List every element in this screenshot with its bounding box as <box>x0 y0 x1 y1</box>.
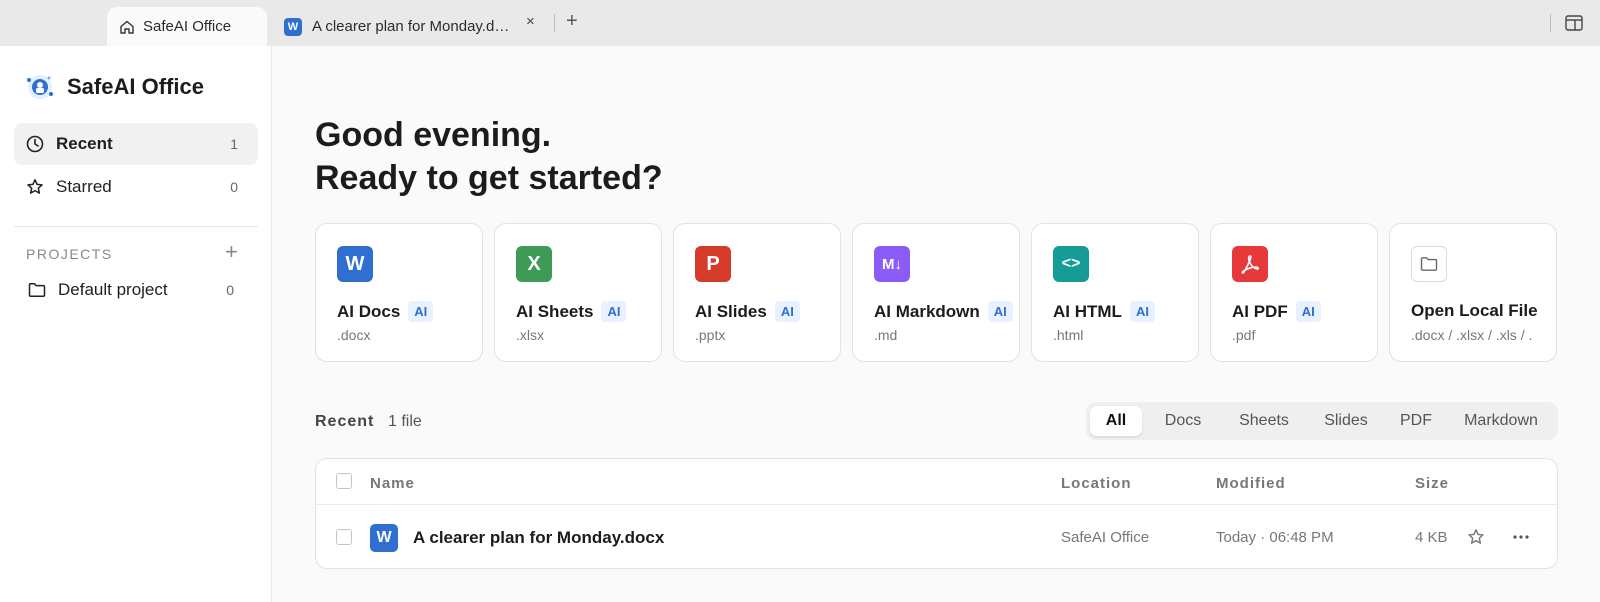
file-size: 4 KB <box>1415 529 1448 546</box>
panel-toggle-icon[interactable] <box>1565 15 1583 31</box>
tab-close-icon[interactable]: × <box>526 13 535 30</box>
card-extension: .xlsx <box>516 327 544 343</box>
brand-name: SafeAI Office <box>67 74 204 99</box>
card-name: AI Docs <box>337 301 401 321</box>
card-title: AI Markdown AI <box>874 301 1013 322</box>
card-extension: .md <box>874 327 898 343</box>
card-ai-docs[interactable]: W AI Docs AI .docx <box>315 223 483 362</box>
folder-icon <box>28 283 46 297</box>
card-name: Open Local File <box>1411 301 1538 320</box>
tab-home[interactable]: SafeAI Office <box>107 7 267 46</box>
card-name: AI HTML <box>1053 301 1122 321</box>
brand-logo-icon <box>27 75 53 99</box>
code-icon: <> <box>1053 246 1089 282</box>
card-name: AI Markdown <box>874 301 980 321</box>
star-icon <box>27 179 43 194</box>
card-ai-markdown[interactable]: M↓ AI Markdown AI .md <box>852 223 1020 362</box>
project-count: 0 <box>226 282 234 298</box>
card-extension: .pdf <box>1232 327 1256 343</box>
word-icon: W <box>337 246 373 282</box>
table-header-divider <box>316 504 1557 505</box>
recent-files-table: Name Location Modified Size W A clearer … <box>315 458 1558 569</box>
tab-home-label: SafeAI Office <box>143 18 232 35</box>
card-name: AI PDF <box>1232 301 1288 321</box>
ai-badge: AI <box>408 301 434 322</box>
card-name: AI Sheets <box>516 301 594 321</box>
filter-sheets[interactable]: Sheets <box>1222 406 1306 436</box>
greeting-line-1: Good evening. <box>315 116 552 154</box>
recent-heading: Recent <box>315 413 375 430</box>
ai-badge: AI <box>1129 301 1155 322</box>
sidebar: SafeAI Office Recent 1 Starred 0 PROJECT… <box>0 46 272 602</box>
card-ai-slides[interactable]: P AI Slides AI .pptx <box>673 223 841 362</box>
column-header-name[interactable]: Name <box>370 475 415 492</box>
tab-bar: SafeAI Office W A clearer plan for Monda… <box>0 0 1600 46</box>
sidebar-item-default-project[interactable]: Default project 0 <box>28 275 248 305</box>
ai-badge: AI <box>987 301 1013 322</box>
brand: SafeAI Office <box>25 72 204 102</box>
filter-markdown[interactable]: Markdown <box>1448 406 1554 436</box>
tab-document-label: A clearer plan for Monday.docx <box>312 18 514 35</box>
column-header-size[interactable]: Size <box>1415 475 1449 492</box>
card-open-local-file[interactable]: Open Local File .docx / .xlsx / .xls / . <box>1389 223 1557 362</box>
new-tab-button[interactable]: + <box>566 10 578 33</box>
add-project-button[interactable]: + <box>225 239 238 265</box>
filter-slides[interactable]: Slides <box>1308 406 1384 436</box>
sidebar-item-starred[interactable]: Starred 0 <box>14 166 258 208</box>
project-label: Default project <box>58 280 168 299</box>
card-title: AI Sheets AI <box>516 301 627 322</box>
sidebar-item-count: 1 <box>230 136 238 152</box>
filter-segmented-control: All Docs Sheets Slides PDF Markdown <box>1086 402 1558 440</box>
card-extension: .docx <box>337 327 371 343</box>
sidebar-item-label: Recent <box>56 134 113 153</box>
pdf-icon <box>1232 246 1268 282</box>
folder-icon <box>1411 246 1447 282</box>
ai-badge: AI <box>774 301 800 322</box>
more-options-icon[interactable] <box>1512 529 1530 545</box>
row-checkbox[interactable] <box>336 529 352 545</box>
greeting-line-2: Ready to get started? <box>315 159 663 197</box>
clock-icon <box>26 135 44 153</box>
ai-badge: AI <box>1295 301 1321 322</box>
star-icon[interactable] <box>1467 528 1485 546</box>
card-extension: .html <box>1053 327 1084 343</box>
ai-badge: AI <box>601 301 627 322</box>
powerpoint-icon: P <box>695 246 731 282</box>
file-location: SafeAI Office <box>1061 529 1150 546</box>
recent-file-count: 1 file <box>388 413 422 430</box>
greeting: Good evening. Ready to get started? <box>315 114 663 200</box>
toolbar-separator <box>1550 14 1551 32</box>
tab-document[interactable]: W A clearer plan for Monday.docx <box>284 7 554 46</box>
sidebar-item-label: Starred <box>56 177 112 196</box>
word-icon: W <box>370 524 398 552</box>
card-extension: .pptx <box>695 327 726 343</box>
projects-heading: PROJECTS <box>26 246 113 262</box>
excel-icon: X <box>516 246 552 282</box>
file-name[interactable]: A clearer plan for Monday.docx <box>413 528 664 548</box>
sidebar-divider <box>14 226 258 227</box>
card-ai-pdf[interactable]: AI PDF AI .pdf <box>1210 223 1378 362</box>
card-title: AI HTML AI <box>1053 301 1155 322</box>
card-title: Open Local File <box>1411 301 1538 321</box>
filter-pdf[interactable]: PDF <box>1386 406 1446 436</box>
word-icon: W <box>284 17 302 36</box>
markdown-icon: M↓ <box>874 246 910 282</box>
file-modified: Today · 06:48 PM <box>1216 529 1334 546</box>
card-title: AI Slides AI <box>695 301 800 322</box>
card-ai-sheets[interactable]: X AI Sheets AI .xlsx <box>494 223 662 362</box>
card-ai-html[interactable]: <> AI HTML AI .html <box>1031 223 1199 362</box>
card-title: AI PDF AI <box>1232 301 1321 322</box>
sidebar-item-count: 0 <box>230 179 238 195</box>
column-header-location[interactable]: Location <box>1061 475 1132 492</box>
card-title: AI Docs AI <box>337 301 434 322</box>
filter-docs[interactable]: Docs <box>1146 406 1220 436</box>
tab-separator <box>554 14 555 32</box>
card-extension: .docx / .xlsx / .xls / . <box>1411 327 1533 343</box>
filter-all[interactable]: All <box>1090 406 1142 436</box>
card-name: AI Slides <box>695 301 767 321</box>
home-icon <box>120 20 134 34</box>
column-header-modified[interactable]: Modified <box>1216 475 1286 492</box>
sidebar-item-recent[interactable]: Recent 1 <box>14 123 258 165</box>
select-all-checkbox[interactable] <box>336 473 352 489</box>
